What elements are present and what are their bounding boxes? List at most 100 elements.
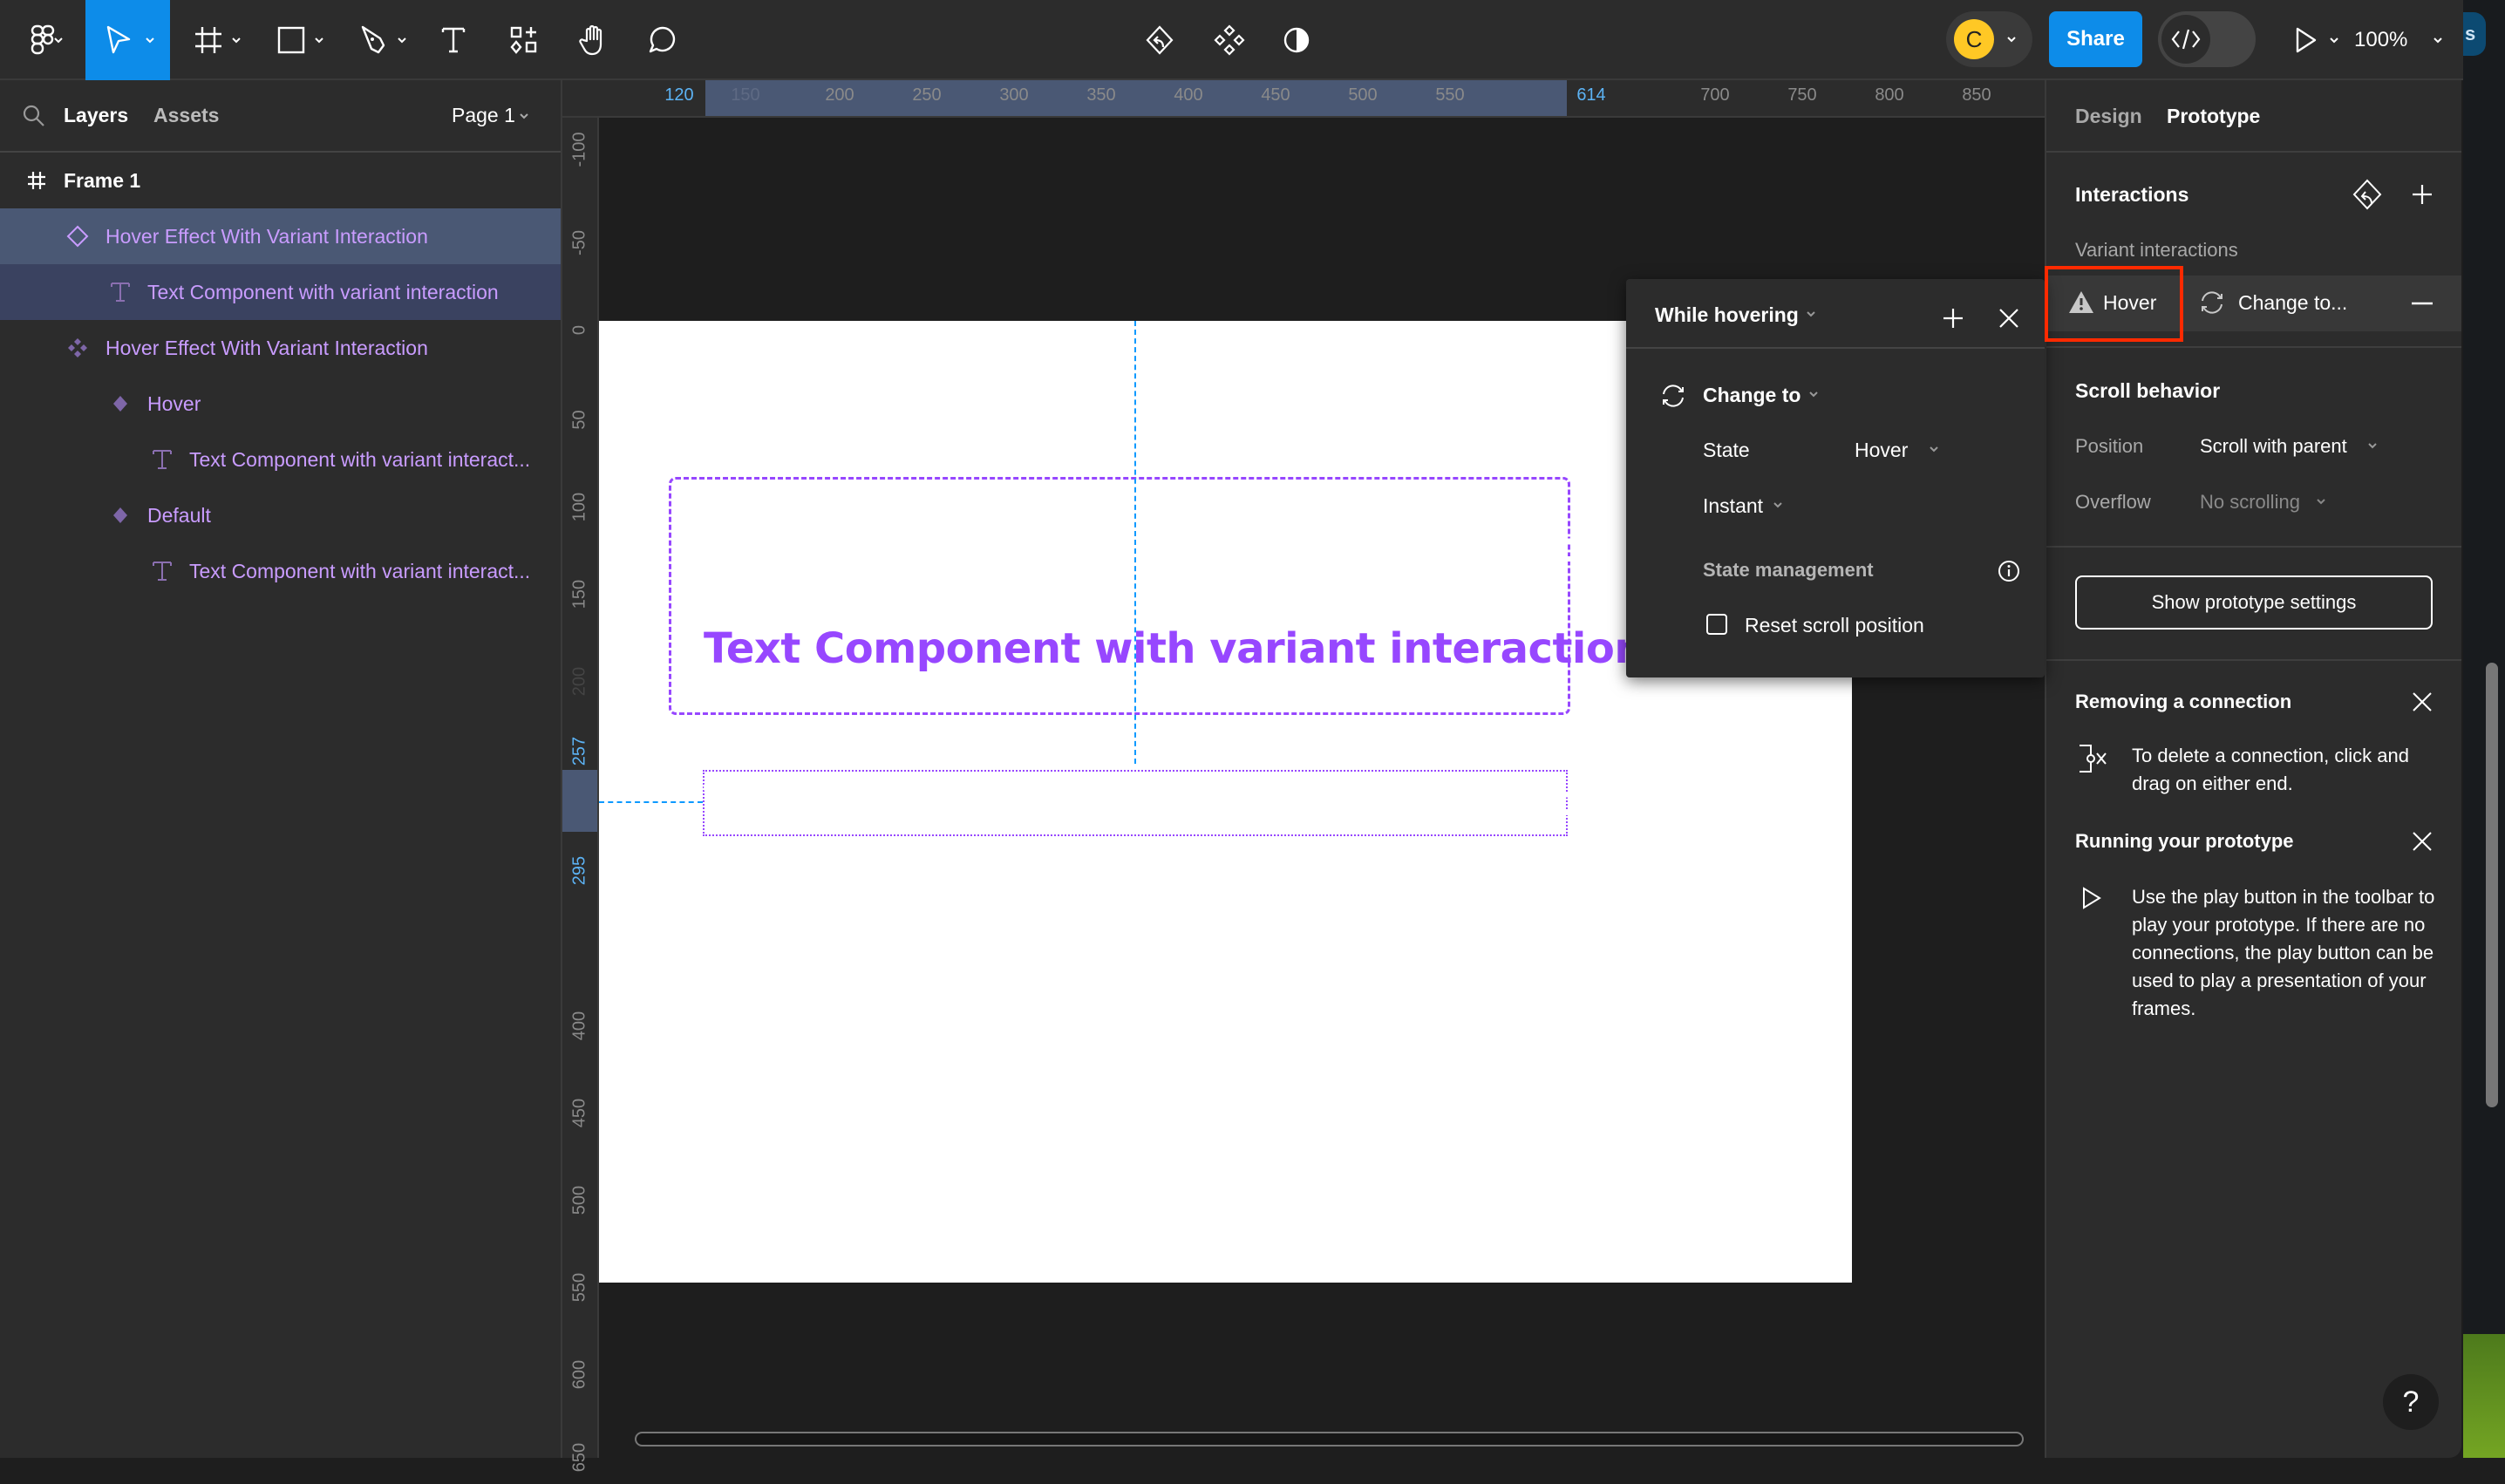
pen-icon	[361, 25, 385, 54]
close-icon[interactable]	[1998, 307, 2020, 330]
page-name: Page 1	[452, 104, 515, 126]
reset-interactions-icon	[1146, 25, 1174, 55]
resources-tool-button[interactable]	[501, 0, 547, 80]
background-app-button: s	[2463, 12, 2486, 56]
scroll-behavior-heading: Scroll behavior	[2075, 379, 2221, 402]
chevron-down-icon	[1930, 446, 1938, 453]
state-management-heading: State management	[1703, 559, 1874, 581]
horizontal-scrollbar[interactable]	[635, 1432, 2024, 1447]
show-prototype-settings-button[interactable]: Show prototype settings	[2075, 575, 2433, 630]
multiplayer-avatars[interactable]: C	[1946, 11, 2032, 67]
reset-interactions-icon[interactable]	[2351, 178, 2384, 211]
ruler-tick-label: 500	[1348, 85, 1378, 105]
layer-frame-1[interactable]: Frame 1	[0, 153, 561, 208]
main-menu-button[interactable]	[0, 0, 85, 80]
popup-header: While hovering	[1626, 279, 2045, 349]
ruler-tick-label: 200	[825, 85, 854, 105]
chevron-down-icon	[398, 37, 406, 44]
hand-tool-button[interactable]	[571, 0, 616, 80]
close-icon[interactable]	[2411, 830, 2434, 853]
help-button[interactable]: ?	[2383, 1374, 2439, 1430]
layer-label: Text Component with variant interaction	[147, 280, 499, 303]
trigger-label: While hovering	[1655, 303, 1799, 326]
ruler-tick-label: 200	[569, 666, 589, 697]
ruler-tick-label: 700	[1700, 85, 1730, 105]
interactions-heading: Interactions	[2075, 183, 2189, 206]
variant-diamond-icon	[108, 391, 133, 416]
position-dropdown[interactable]: Scroll with parent	[2200, 435, 2347, 458]
move-tool-button[interactable]	[85, 0, 170, 80]
ruler-tick-label: 800	[1875, 85, 1904, 105]
background-window: s	[2463, 0, 2505, 1458]
reset-scroll-checkbox[interactable]	[1706, 614, 1727, 635]
comment-tool-button[interactable]	[641, 0, 684, 80]
layer-label: Text Component with variant interact...	[189, 559, 531, 582]
text-tool-button[interactable]	[432, 0, 475, 80]
contrast-button[interactable]	[1275, 0, 1318, 80]
highlight-annotation-box	[2045, 266, 2183, 342]
search-icon[interactable]	[23, 105, 45, 127]
ruler-tick-label: 295	[569, 855, 589, 886]
ruler-tick-label: 450	[569, 1098, 589, 1128]
state-dropdown[interactable]: Hover	[1855, 439, 1908, 462]
dev-mode-toggle[interactable]	[2158, 11, 2256, 67]
layer-text-hover[interactable]: Text Component with variant interact...	[0, 432, 561, 487]
layer-instance-selected[interactable]: Hover Effect With Variant Interaction	[0, 208, 561, 264]
layer-text-default[interactable]: Text Component with variant interact...	[0, 543, 561, 599]
text-t-icon	[150, 559, 174, 583]
info-icon[interactable]	[1998, 560, 2020, 582]
tip-body: To delete a connection, click and drag o…	[2132, 745, 2409, 794]
component-set-icon	[65, 336, 90, 360]
add-interaction-icon[interactable]	[2411, 183, 2434, 206]
remove-interaction-icon[interactable]	[2411, 302, 2434, 305]
play-icon	[2296, 27, 2317, 53]
text-t-icon	[108, 280, 133, 304]
position-label: Position	[2075, 435, 2144, 457]
layer-component-set[interactable]: Hover Effect With Variant Interaction	[0, 320, 561, 376]
chevron-down-icon	[315, 37, 323, 44]
share-button[interactable]: Share	[2049, 11, 2142, 67]
chevron-down-icon	[1809, 391, 1818, 398]
measurement-guide-vertical	[1134, 321, 1136, 764]
ruler-tick-label: 450	[1261, 85, 1290, 105]
layer-text-child[interactable]: Text Component with variant interaction	[0, 264, 561, 320]
vertical-scrollbar[interactable]	[2486, 663, 2498, 1107]
page-selector[interactable]: Page 1	[452, 104, 515, 127]
layer-variant-default[interactable]: Default	[0, 487, 561, 543]
layer-label: Hover	[147, 391, 201, 415]
tip-heading: Removing a connection	[2075, 691, 2292, 712]
close-icon[interactable]	[2411, 691, 2434, 713]
add-icon[interactable]	[1942, 307, 1964, 330]
component-button[interactable]	[1208, 0, 1251, 80]
trigger-dropdown[interactable]: While hovering	[1655, 303, 1799, 327]
animation-dropdown[interactable]: Instant	[1703, 494, 1763, 518]
present-button[interactable]	[2284, 0, 2345, 80]
component-set[interactable]	[669, 477, 1570, 715]
action-dropdown[interactable]: Change to	[1703, 384, 1800, 407]
tab-prototype[interactable]: Prototype	[2167, 105, 2260, 128]
shape-tool-button[interactable]	[266, 0, 336, 80]
state-label: State	[1703, 439, 1750, 461]
frame-tool-button[interactable]	[183, 0, 253, 80]
ruler-tick-label: -50	[569, 230, 589, 255]
reset-interactions-button[interactable]	[1138, 0, 1181, 80]
zoom-level[interactable]: 100%	[2354, 0, 2407, 80]
divider	[2046, 546, 2461, 548]
tab-layers[interactable]: Layers	[64, 104, 128, 127]
ruler-tick-label: 150	[569, 579, 589, 609]
state-value: Hover	[1855, 439, 1909, 461]
ruler-vertical: -100 -50 0 50 100 150 200 257 295 400 450 500 550 600…	[562, 118, 599, 1472]
variant-default-text: Text Component with variant interaction	[704, 523, 1644, 572]
text-t-icon	[441, 27, 466, 53]
change-to-icon	[1663, 385, 1684, 407]
tab-design[interactable]: Design	[2075, 105, 2142, 128]
instance-text: Text Component with variant interaction	[704, 777, 1644, 826]
layer-label: Frame 1	[64, 168, 141, 192]
code-brackets-icon	[2171, 29, 2201, 50]
pen-tool-button[interactable]	[349, 0, 419, 80]
tab-assets[interactable]: Assets	[153, 104, 219, 127]
overflow-dropdown[interactable]: No scrolling	[2200, 491, 2300, 514]
overflow-value: No scrolling	[2200, 491, 2300, 513]
action-label: Change to	[1703, 384, 1801, 406]
layer-variant-hover[interactable]: Hover	[0, 376, 561, 432]
